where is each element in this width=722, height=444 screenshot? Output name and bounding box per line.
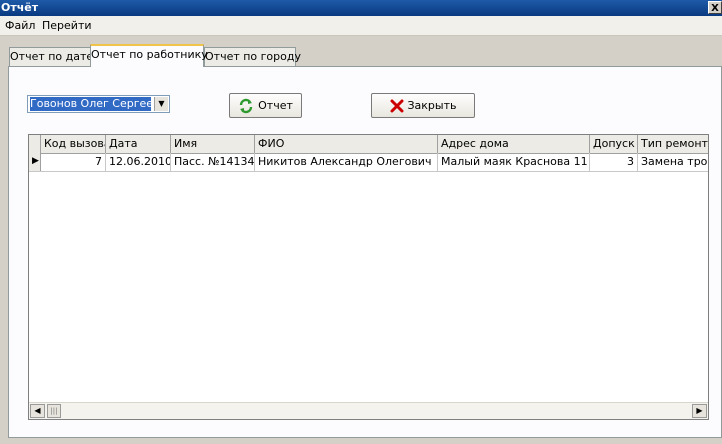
close-button-label: Закрыть	[407, 99, 457, 112]
tab-report-by-city[interactable]: Отчет по городу	[204, 47, 301, 67]
window-title-bar: Отчёт X	[0, 0, 722, 16]
cell-full-name[interactable]: Никитов Александр Олегович	[255, 153, 438, 171]
tab-report-by-date[interactable]: Отчет по дате	[9, 47, 93, 67]
cell-repair-type[interactable]: Замена трос	[638, 153, 708, 171]
report-grid[interactable]: Код вызова Дата Имя ФИО Адрес дома Допус…	[28, 134, 709, 420]
horizontal-scrollbar[interactable]: ◀ ||| ▶	[29, 402, 708, 419]
table-row[interactable]: ▶ 7 12.06.2010 Пасс. №14134 Никитов Алек…	[29, 153, 708, 172]
window-close-button[interactable]: X	[708, 1, 722, 14]
close-button[interactable]: Закрыть	[371, 93, 475, 118]
report-button-label: Отчет	[258, 99, 293, 112]
column-header[interactable]: Код вызова	[41, 135, 106, 153]
grid-header: Код вызова Дата Имя ФИО Адрес дома Допус…	[29, 135, 708, 154]
column-header[interactable]: Тип ремонта	[638, 135, 708, 153]
window-title: Отчёт	[1, 1, 39, 14]
cell-date[interactable]: 12.06.2010	[106, 153, 171, 171]
scroll-left-icon[interactable]: ◀	[30, 404, 45, 418]
menu-navigate[interactable]: Перейти	[42, 19, 92, 33]
cell-name[interactable]: Пасс. №14134	[171, 153, 255, 171]
column-header[interactable]: Допуск	[590, 135, 638, 153]
menu-file[interactable]: Файл	[5, 19, 35, 33]
chevron-down-icon[interactable]: ▼	[154, 97, 168, 111]
column-header[interactable]: Имя	[171, 135, 255, 153]
menu-bar: Файл Перейти	[0, 16, 722, 36]
refresh-icon	[238, 98, 254, 114]
report-button[interactable]: Отчет	[229, 93, 302, 118]
scroll-right-icon[interactable]: ▶	[692, 404, 707, 418]
tab-report-by-employee[interactable]: Отчет по работнику	[90, 44, 208, 67]
close-x-icon	[390, 99, 404, 113]
cell-address[interactable]: Малый маяк Краснова 11	[438, 153, 590, 171]
employee-select[interactable]: Говонов Олег Сергеевич ▼	[27, 95, 170, 113]
column-header[interactable]: Дата	[106, 135, 171, 153]
column-header[interactable]: ФИО	[255, 135, 438, 153]
scroll-thumb[interactable]: |||	[47, 404, 61, 418]
current-row-arrow-icon: ▶	[29, 153, 41, 171]
cell-access[interactable]: 3	[590, 153, 638, 171]
cell-call-code[interactable]: 7	[41, 153, 106, 171]
employee-select-value: Говонов Олег Сергеевич	[30, 97, 151, 111]
column-header[interactable]: Адрес дома	[438, 135, 590, 153]
row-indicator-header	[29, 135, 41, 153]
